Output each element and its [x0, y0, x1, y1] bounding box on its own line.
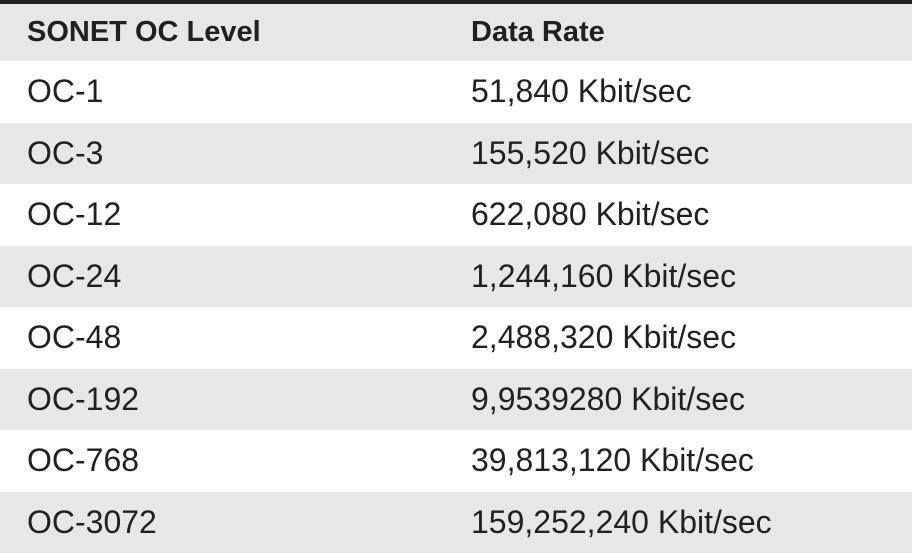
data-rate-cell: 159,252,240 Kbit/sec — [444, 491, 912, 553]
data-rate-cell: 155,520 Kbit/sec — [444, 122, 912, 184]
table-row: OC-3072 159,252,240 Kbit/sec — [0, 491, 912, 553]
data-rate-cell: 2,488,320 Kbit/sec — [444, 307, 912, 369]
sonet-oc-table: SONET OC Level Data Rate OC-1 51,840 Kbi… — [0, 4, 912, 553]
header-row: SONET OC Level Data Rate — [0, 4, 912, 61]
table-header: SONET OC Level Data Rate — [0, 4, 912, 61]
table-row: OC-24 1,244,160 Kbit/sec — [0, 245, 912, 307]
oc-level-cell: OC-768 — [0, 430, 444, 492]
data-rate-cell: 9,9539280 Kbit/sec — [444, 368, 912, 430]
oc-level-cell: OC-3072 — [0, 491, 444, 553]
header-oc-level: SONET OC Level — [0, 4, 444, 61]
table-row: OC-192 9,9539280 Kbit/sec — [0, 368, 912, 430]
data-rate-cell: 51,840 Kbit/sec — [444, 61, 912, 123]
data-rate-cell: 39,813,120 Kbit/sec — [444, 430, 912, 492]
oc-level-cell: OC-12 — [0, 184, 444, 246]
data-rate-cell: 1,244,160 Kbit/sec — [444, 245, 912, 307]
header-data-rate: Data Rate — [444, 4, 912, 61]
table-row: OC-12 622,080 Kbit/sec — [0, 184, 912, 246]
table-row: OC-768 39,813,120 Kbit/sec — [0, 430, 912, 492]
oc-level-cell: OC-48 — [0, 307, 444, 369]
table-row: OC-48 2,488,320 Kbit/sec — [0, 307, 912, 369]
table-row: OC-1 51,840 Kbit/sec — [0, 61, 912, 123]
oc-level-cell: OC-192 — [0, 368, 444, 430]
sonet-table-container: SONET OC Level Data Rate OC-1 51,840 Kbi… — [0, 0, 912, 554]
oc-level-cell: OC-3 — [0, 122, 444, 184]
data-rate-cell: 622,080 Kbit/sec — [444, 184, 912, 246]
oc-level-cell: OC-24 — [0, 245, 444, 307]
table-row: OC-3 155,520 Kbit/sec — [0, 122, 912, 184]
oc-level-cell: OC-1 — [0, 61, 444, 123]
table-body: OC-1 51,840 Kbit/sec OC-3 155,520 Kbit/s… — [0, 61, 912, 553]
